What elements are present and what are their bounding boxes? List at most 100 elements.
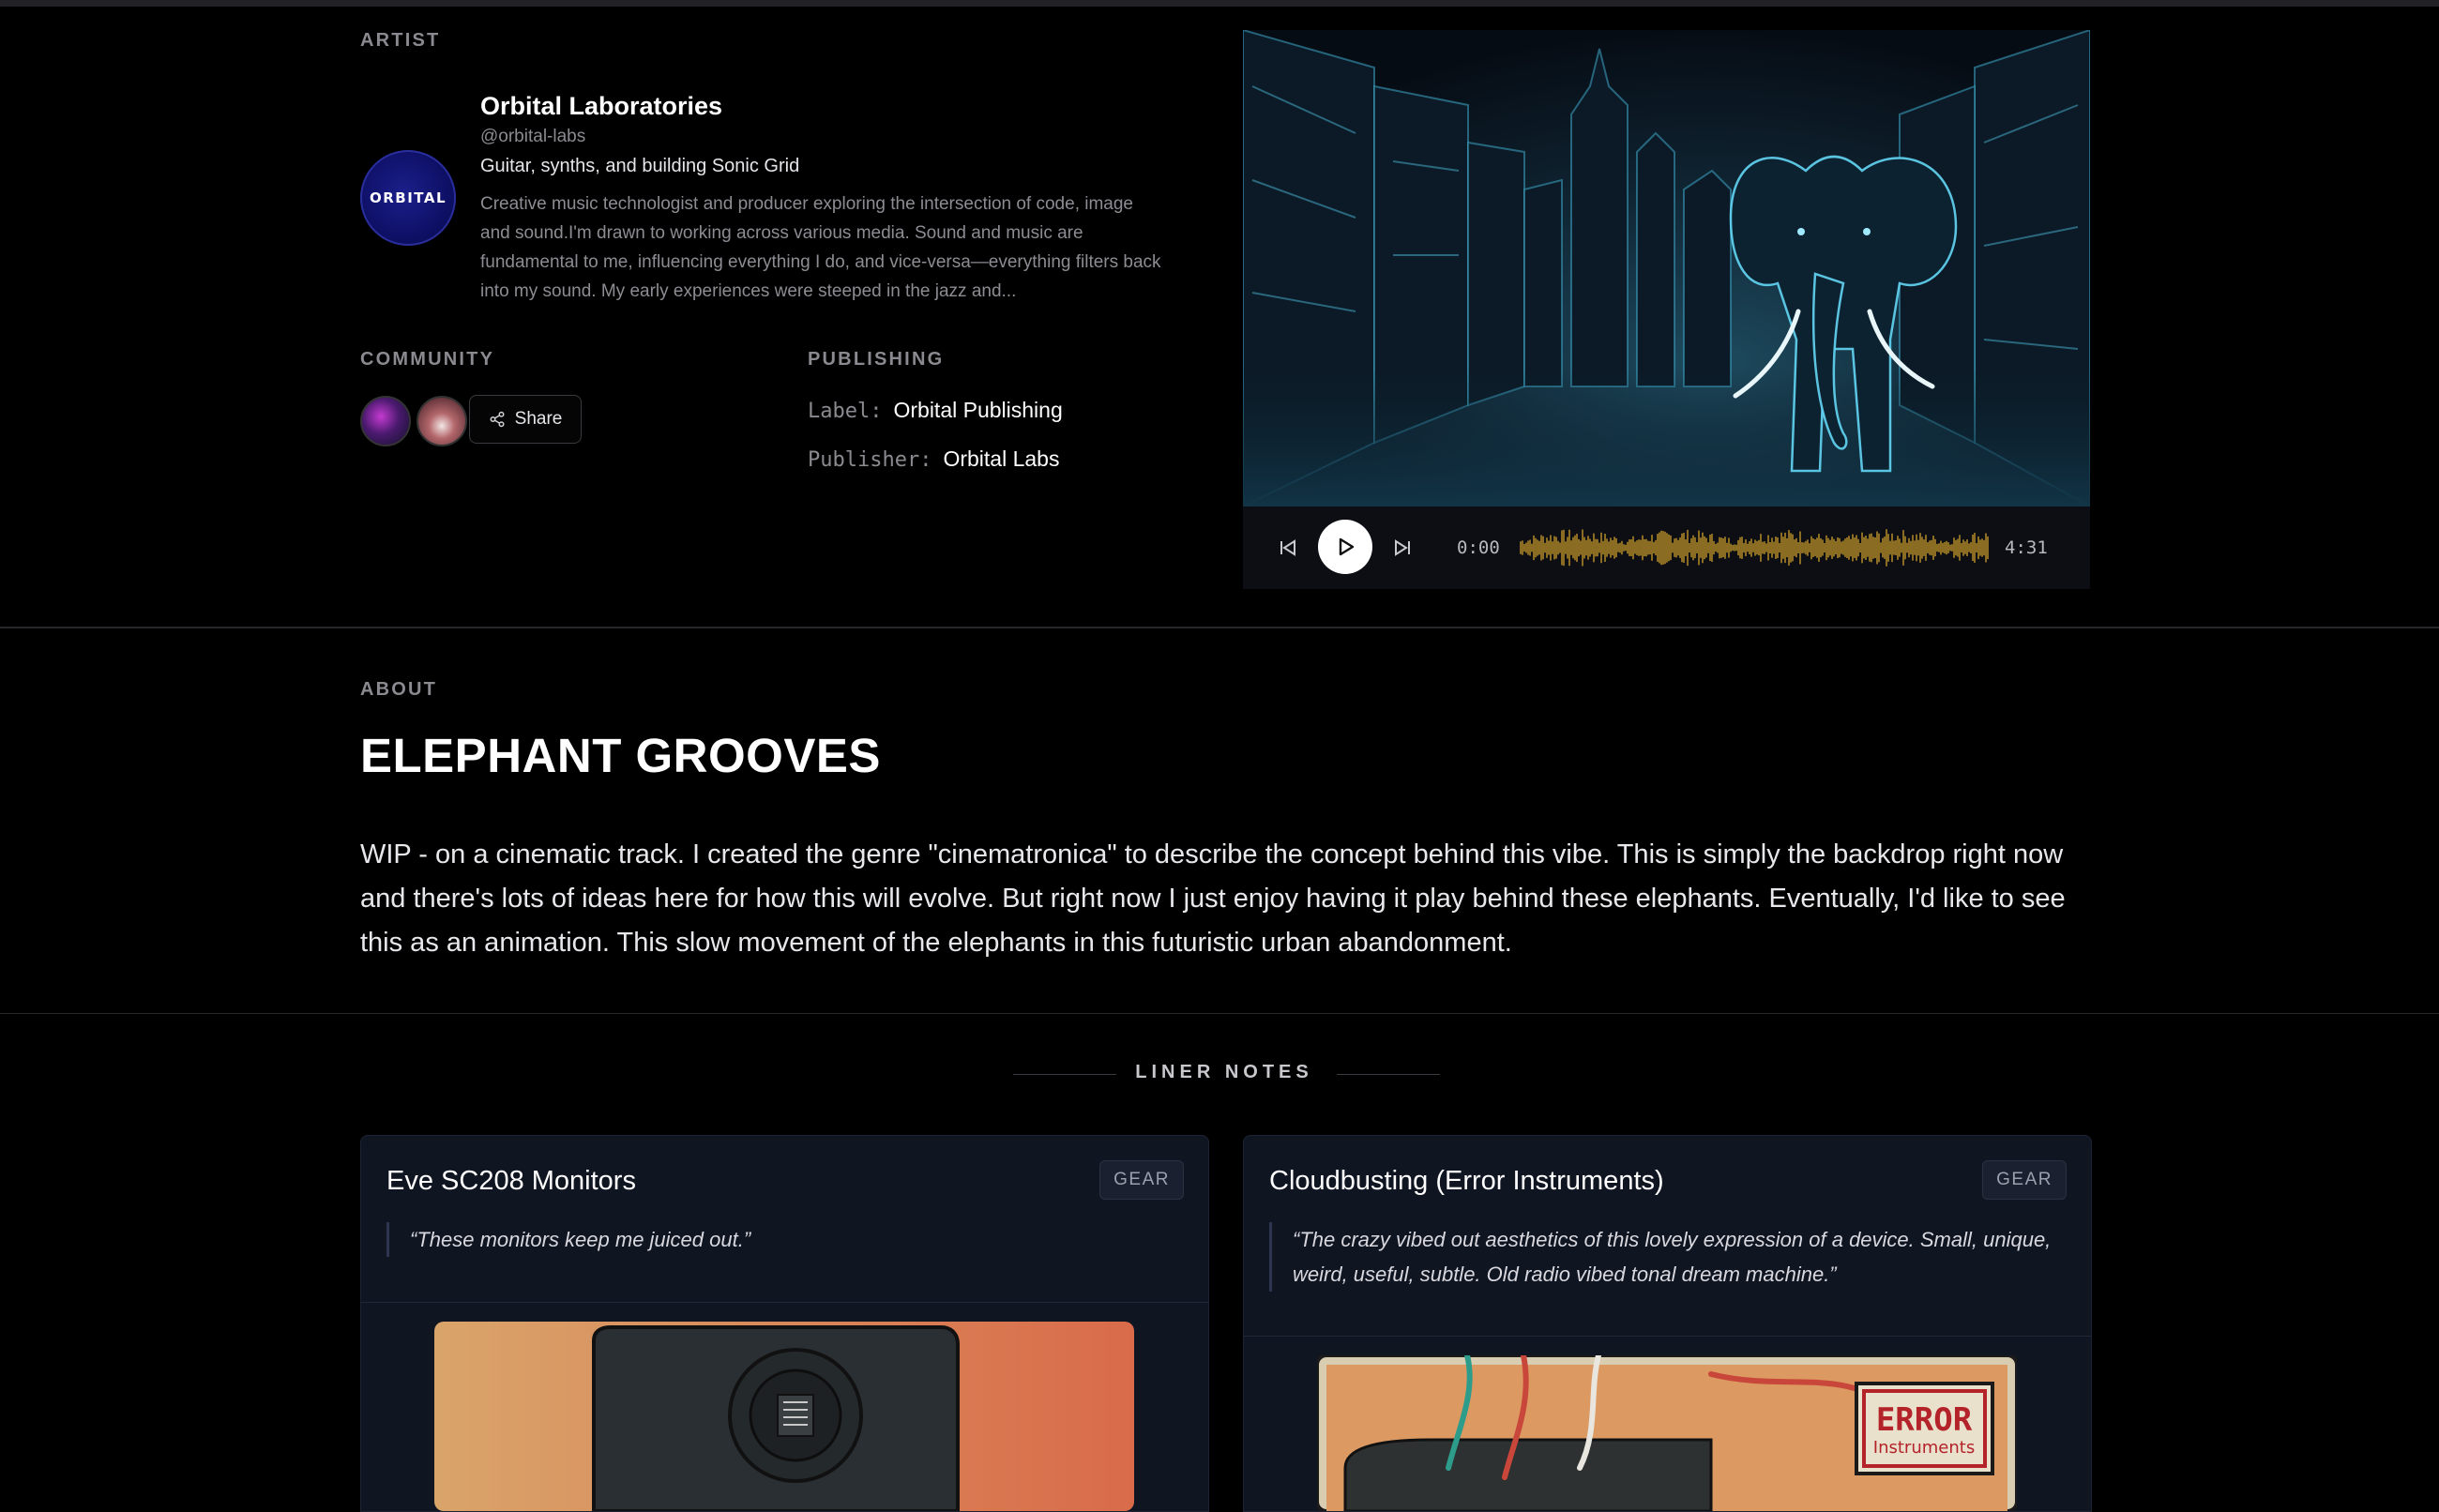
waveform-bar xyxy=(1923,539,1925,556)
waveform-bar xyxy=(1805,540,1807,555)
liner-note-quote: “These monitors keep me juiced out.” xyxy=(386,1222,1171,1257)
liner-note-card[interactable]: Cloudbusting (Error Instruments) GEAR “T… xyxy=(1243,1135,2092,1512)
waveform-bar xyxy=(1531,543,1533,552)
waveform-bar xyxy=(1600,532,1602,564)
waveform-bar xyxy=(1912,535,1914,561)
waveform-bar xyxy=(1690,537,1692,558)
waveform-bar xyxy=(1580,540,1582,555)
waveform-bar xyxy=(1799,531,1801,565)
waveform-bar xyxy=(1882,537,1884,558)
waveform-bar xyxy=(1959,535,1961,561)
waveform-bar xyxy=(1899,538,1901,557)
waveform-bar xyxy=(1525,542,1527,553)
play-button[interactable] xyxy=(1318,520,1372,574)
waveform-bar xyxy=(1934,538,1936,557)
waveform-bar xyxy=(1887,534,1889,562)
waveform-bar xyxy=(1670,535,1672,561)
waveform-bar xyxy=(1567,537,1568,559)
artist-avatar[interactable]: ORBITAL xyxy=(360,150,456,246)
duration: 4:31 xyxy=(2005,537,2048,558)
waveform-bar xyxy=(1722,537,1724,558)
waveform-bar xyxy=(1829,539,1831,556)
share-button[interactable]: Share xyxy=(469,395,582,444)
liner-notes-header: LINER NOTES xyxy=(1013,1062,1440,1086)
waveform-bar xyxy=(1775,537,1777,559)
waveform-scrubber[interactable] xyxy=(1520,527,1989,568)
previous-track-icon[interactable] xyxy=(1279,538,1297,557)
waveform-bar xyxy=(1983,539,1985,556)
waveform-bar xyxy=(1737,539,1739,556)
waveform-bar xyxy=(1961,543,1962,553)
publishing-publisher-row: Publisher: Orbital Labs xyxy=(808,446,1059,472)
artist-name[interactable]: Orbital Laboratories xyxy=(480,92,722,121)
waveform-bar xyxy=(1906,542,1908,553)
liner-notes-title: LINER NOTES xyxy=(1135,1062,1313,1082)
waveform-bar xyxy=(1842,540,1844,555)
waveform-bar xyxy=(1700,537,1702,558)
next-track-icon[interactable] xyxy=(1393,538,1412,557)
waveform-bar xyxy=(1841,541,1842,554)
waveform-bar xyxy=(1735,544,1737,552)
waveform-bar xyxy=(1750,538,1752,557)
track-title: ELEPHANT GROOVES xyxy=(360,729,881,782)
community-avatars xyxy=(360,396,467,446)
waveform-bar xyxy=(1807,539,1809,556)
waveform-bar xyxy=(1932,536,1934,560)
waveform-bar xyxy=(1715,543,1717,552)
waveform-bar xyxy=(1872,537,1874,559)
waveform-bar xyxy=(1895,540,1897,555)
play-icon xyxy=(1339,537,1355,556)
waveform-bar xyxy=(1696,542,1698,553)
liner-note-card[interactable]: Eve SC208 Monitors GEAR “These monitors … xyxy=(360,1135,1209,1512)
waveform-bar xyxy=(1636,540,1638,555)
waveform-bar xyxy=(1848,536,1850,560)
waveform-bar xyxy=(1677,539,1679,556)
community-avatar[interactable] xyxy=(360,396,411,446)
track-player: 0:00 4:31 xyxy=(1243,30,2090,589)
waveform-bar xyxy=(1561,530,1563,566)
waveform-bar xyxy=(1610,537,1612,558)
waveform-bar xyxy=(1865,536,1867,560)
waveform-bar xyxy=(1537,539,1538,556)
waveform-bar xyxy=(1869,534,1871,562)
waveform-bar xyxy=(1803,542,1805,553)
waveform-bar xyxy=(1876,531,1878,565)
waveform-bar xyxy=(1944,541,1946,554)
waveform-bar xyxy=(1987,536,1989,560)
waveform-bar xyxy=(1962,539,1964,556)
waveform-bar xyxy=(1540,535,1542,561)
waveform-bar xyxy=(1835,540,1837,555)
waveform-bar xyxy=(1726,542,1728,553)
about-section-label: ABOUT xyxy=(360,679,438,700)
waveform-bar xyxy=(1809,543,1810,552)
waveform-bar xyxy=(1550,535,1552,561)
waveform-bar xyxy=(1704,536,1705,560)
waveform-bar xyxy=(1630,539,1632,556)
waveform-bar xyxy=(1608,541,1610,554)
waveform-bar xyxy=(1780,532,1782,564)
waveform-bar xyxy=(1825,535,1827,561)
waveform-bar xyxy=(1889,540,1891,555)
instruments-logo-text: Instruments xyxy=(1873,1438,1975,1458)
waveform-bar xyxy=(1674,538,1675,557)
waveform-bar xyxy=(1589,538,1591,557)
waveform-bar xyxy=(1535,537,1537,558)
waveform-bar xyxy=(1951,544,1953,552)
community-avatar[interactable] xyxy=(417,396,467,446)
waveform-bar xyxy=(1606,538,1608,557)
waveform-bar xyxy=(1568,529,1570,567)
waveform-bar xyxy=(1938,543,1940,552)
waveform-bar xyxy=(1546,537,1548,558)
waveform-bar xyxy=(1604,534,1606,562)
waveform-bar xyxy=(1797,542,1799,553)
waveform-bar xyxy=(1814,539,1816,556)
waveform-bar xyxy=(1707,542,1709,553)
waveform-bar xyxy=(1981,538,1983,557)
waveform-bar xyxy=(1745,539,1747,556)
waveform-bar xyxy=(1522,540,1523,555)
waveform-bar xyxy=(1719,537,1720,559)
waveform-bar xyxy=(1916,534,1917,562)
waveform-bar xyxy=(1927,542,1929,553)
waveform-bar xyxy=(1702,532,1704,564)
waveform-bar xyxy=(1837,537,1839,559)
